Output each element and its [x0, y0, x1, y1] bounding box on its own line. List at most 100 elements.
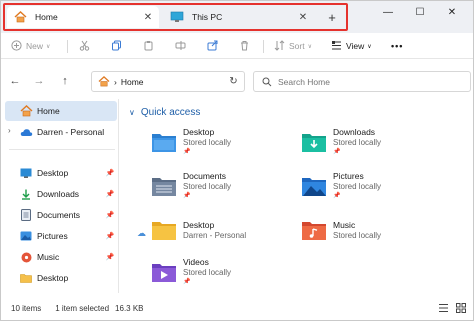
documents-icon	[19, 209, 33, 221]
music-folder-icon	[302, 222, 326, 240]
pin-icon[interactable]: 📌	[105, 190, 115, 198]
pin-icon: 📌	[183, 279, 191, 285]
navigation-pane: Home › Darren - Personal Desktop 📌 Downl…	[1, 99, 119, 293]
share-icon	[207, 40, 218, 53]
close-window-button[interactable]: ✕	[439, 4, 465, 20]
downloads-folder-icon	[302, 134, 326, 152]
sidebar-item-label: Darren - Personal	[37, 127, 105, 137]
item-count: 10 items	[11, 303, 42, 313]
status-bar: 10 items 1 item selected 16.3 KB	[1, 295, 473, 320]
home-icon	[19, 105, 33, 117]
new-icon	[11, 39, 22, 53]
item-location: Stored locally	[333, 182, 382, 191]
item-name: Videos	[183, 257, 209, 267]
sidebar-item-desktop-personal[interactable]: Desktop	[5, 268, 117, 288]
delete-button[interactable]	[239, 38, 250, 54]
sidebar-item-label: Home	[37, 106, 60, 116]
refresh-button[interactable]: ↻	[226, 74, 241, 89]
toolbar-divider	[263, 40, 264, 53]
cloud-icon: ☁	[137, 228, 146, 238]
quick-access-item-desktop[interactable]: Desktop Stored locally 📌	[151, 125, 311, 159]
sidebar-item-home[interactable]: Home	[5, 101, 117, 121]
folder-icon	[152, 222, 176, 240]
pin-icon: 📌	[183, 193, 191, 199]
new-label: New	[26, 41, 44, 51]
search-box[interactable]	[253, 71, 471, 92]
music-icon	[19, 251, 33, 263]
sort-icon	[274, 39, 285, 53]
item-location: Darren - Personal	[183, 230, 247, 240]
rename-button[interactable]	[175, 38, 186, 54]
file-explorer-window: Home ✕ This PC ✕ + — ☐ ✕ New ∨ Sort ∨ Vi…	[0, 0, 474, 321]
tiles-view-icon[interactable]	[455, 302, 467, 314]
pin-icon[interactable]: 📌	[105, 253, 115, 261]
toolbar-divider	[67, 40, 68, 53]
cut-button[interactable]	[79, 38, 90, 54]
view-button[interactable]: View ∨	[331, 38, 372, 54]
sidebar-item-downloads[interactable]: Downloads 📌	[5, 184, 117, 204]
view-toggle	[437, 302, 467, 314]
details-view-icon[interactable]	[437, 302, 449, 314]
quick-access-item-desktop-personal[interactable]: Desktop Darren - Personal	[151, 213, 311, 247]
share-button[interactable]	[207, 38, 218, 54]
quick-access-item-downloads[interactable]: Downloads Stored locally 📌	[301, 125, 461, 159]
quick-access-header[interactable]: ∨ Quick access	[129, 107, 200, 118]
home-icon	[98, 76, 110, 87]
quick-access-item-music[interactable]: Music Stored locally	[301, 213, 461, 247]
paste-icon	[143, 40, 154, 53]
item-name: Pictures	[333, 171, 364, 181]
new-button[interactable]: New ∨	[11, 38, 50, 54]
sidebar-item-label: Desktop	[37, 168, 69, 178]
selection-size: 16.3 KB	[115, 303, 144, 313]
pin-icon[interactable]: 📌	[105, 169, 115, 177]
chevron-down-icon: ∨	[307, 43, 312, 50]
maximize-button[interactable]: ☐	[407, 4, 433, 20]
chevron-right-icon[interactable]: ›	[8, 126, 11, 135]
sidebar-item-music[interactable]: Music 📌	[5, 247, 117, 267]
minimize-button[interactable]: —	[375, 4, 401, 20]
pin-icon[interactable]: 📌	[105, 232, 115, 240]
scissors-icon	[79, 40, 90, 53]
sidebar-item-pictures[interactable]: Pictures 📌	[5, 226, 117, 246]
quick-access-item-documents[interactable]: Documents Stored locally 📌	[151, 169, 311, 203]
sort-button[interactable]: Sort ∨	[274, 38, 312, 54]
content-area: ∨ Quick access ☁ Desktop Stored locally …	[121, 99, 473, 293]
sidebar-item-documents[interactable]: Documents 📌	[5, 205, 117, 225]
pin-icon: 📌	[333, 149, 341, 155]
download-icon	[19, 188, 33, 200]
item-location: Stored locally	[333, 230, 382, 240]
trash-icon	[239, 40, 250, 53]
copy-button[interactable]	[111, 38, 122, 54]
sort-label: Sort	[289, 41, 305, 51]
item-name: Downloads	[333, 127, 376, 137]
item-location: Stored locally	[183, 138, 232, 147]
sidebar-item-desktop[interactable]: Desktop 📌	[5, 163, 117, 183]
desktop-folder-icon	[152, 134, 176, 152]
cloud-icon	[19, 126, 33, 138]
item-name: Desktop	[183, 127, 215, 137]
address-bar[interactable]: › Home ↻	[91, 71, 245, 92]
selection-count: 1 item selected	[55, 303, 110, 313]
breadcrumb-home[interactable]: Home	[121, 77, 144, 87]
tab-highlight-box	[3, 3, 348, 31]
sidebar-item-label: Documents	[37, 210, 80, 220]
forward-button[interactable]: →	[31, 73, 47, 89]
item-location: Stored locally	[333, 138, 382, 147]
more-options-button[interactable]: •••	[391, 38, 403, 54]
pin-icon[interactable]: 📌	[105, 211, 115, 219]
command-bar: New ∨ Sort ∨ View ∨ •••	[1, 33, 473, 59]
quick-access-item-pictures[interactable]: Pictures Stored locally 📌	[301, 169, 461, 203]
desktop-folder-icon	[19, 167, 33, 179]
search-input[interactable]	[278, 76, 458, 87]
quick-access-item-videos[interactable]: Videos Stored locally 📌	[151, 255, 311, 289]
rename-icon	[175, 40, 186, 53]
paste-button[interactable]	[143, 38, 154, 54]
back-button[interactable]: ←	[7, 73, 23, 89]
pictures-icon	[19, 230, 33, 242]
view-label: View	[346, 41, 365, 51]
up-button[interactable]: ↑	[57, 73, 73, 89]
quick-access-title: Quick access	[140, 107, 201, 118]
item-name: Documents	[183, 171, 226, 181]
sidebar-item-darren-personal[interactable]: › Darren - Personal	[5, 122, 117, 142]
chevron-down-icon: ∨	[129, 108, 135, 117]
